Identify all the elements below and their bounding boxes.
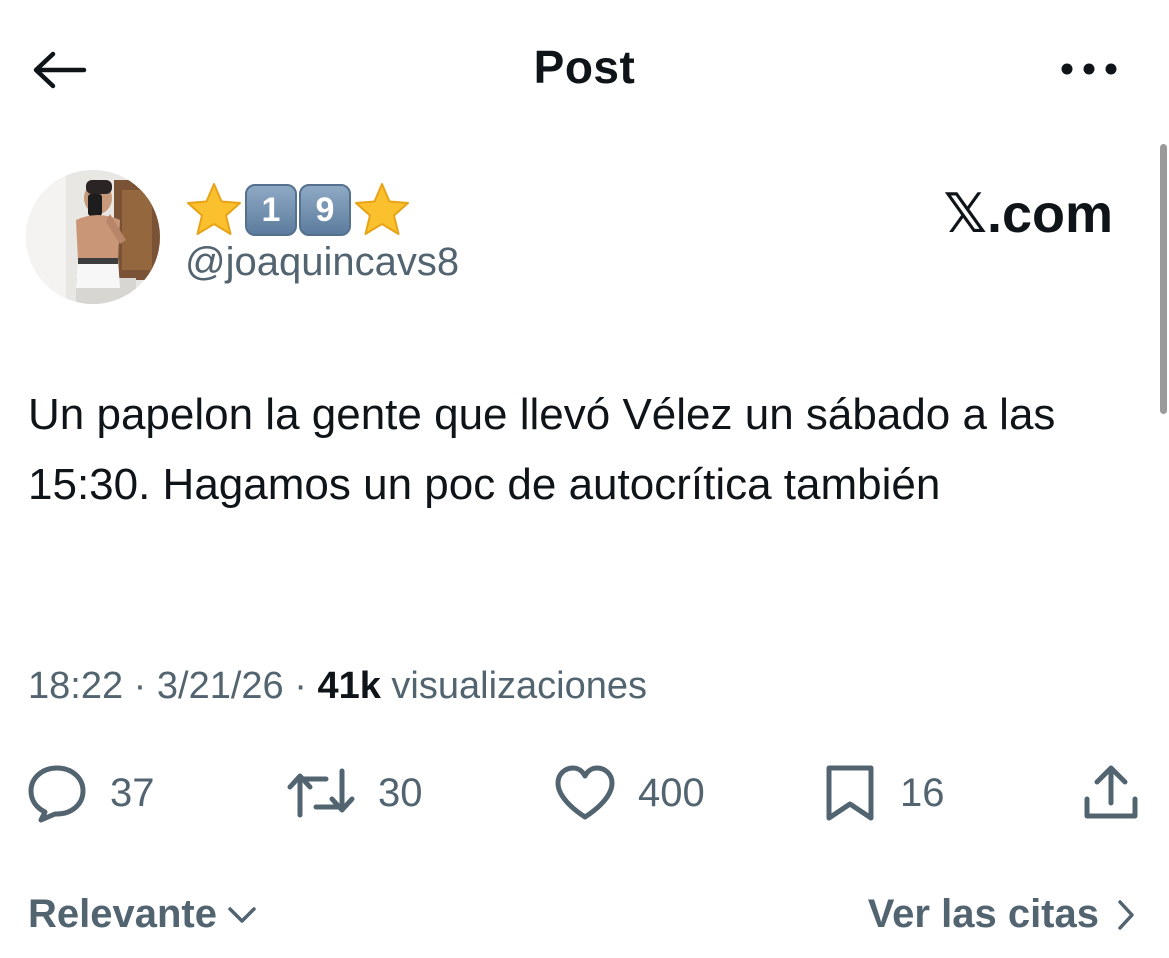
post-metadata: 18:22 · 3/21/26 · 41k visualizaciones (28, 665, 647, 708)
sort-label: Relevante (28, 892, 217, 936)
scrollbar[interactable] (1160, 144, 1167, 414)
reply-button[interactable]: 37 (26, 758, 155, 828)
profile-photo (26, 170, 160, 304)
more-horizontal-icon (1061, 63, 1117, 75)
bookmark-button[interactable]: 16 (822, 758, 945, 828)
star-emoji-icon (187, 183, 241, 235)
keycap-digit: 1 (261, 190, 281, 229)
reply-count: 37 (110, 770, 155, 815)
views-label: visualizaciones (391, 665, 647, 707)
top-bar: Post (0, 0, 1169, 140)
chevron-right-icon (1118, 899, 1134, 930)
keycap-emoji-icon: 1 (245, 184, 297, 236)
page-title: Post (533, 41, 636, 93)
like-count: 400 (638, 770, 705, 815)
repost-count: 30 (378, 770, 423, 815)
more-options-button[interactable] (1059, 54, 1119, 84)
post-date[interactable]: 3/21/26 (157, 665, 284, 707)
sort-dropdown[interactable]: Relevante (28, 892, 257, 937)
views-count: 41k (317, 665, 381, 707)
chevron-down-icon (228, 906, 256, 923)
heart-icon (555, 765, 615, 820)
repost-icon (287, 768, 355, 818)
reply-icon (28, 765, 86, 823)
replies-header: Relevante Ver las citas (0, 880, 1169, 950)
bookmark-count: 16 (900, 770, 945, 815)
post-text: Un papelon la gente que llevó Vélez un s… (28, 390, 1056, 509)
keycap-digit: 9 (315, 190, 335, 229)
post-time[interactable]: 18:22 (28, 665, 123, 707)
meta-separator: · (133, 665, 147, 707)
bookmark-icon (826, 765, 874, 821)
display-name[interactable]: 1 9 (185, 180, 411, 240)
action-bar: 37 30 400 16 (0, 758, 1169, 828)
share-button[interactable] (1082, 758, 1140, 828)
like-button[interactable]: 400 (554, 758, 705, 828)
share-icon (1084, 765, 1138, 819)
repost-button[interactable]: 30 (286, 758, 423, 828)
avatar[interactable] (26, 170, 160, 304)
watermark-logo: 𝕏.com (943, 184, 1113, 244)
view-quotes-label: Ver las citas (867, 892, 1099, 936)
user-handle[interactable]: @joaquincavs8 (185, 240, 459, 285)
meta-separator: · (294, 665, 307, 707)
view-quotes-link[interactable]: Ver las citas (868, 892, 1135, 937)
star-emoji-icon (355, 183, 409, 235)
keycap-emoji-icon: 9 (299, 184, 351, 236)
